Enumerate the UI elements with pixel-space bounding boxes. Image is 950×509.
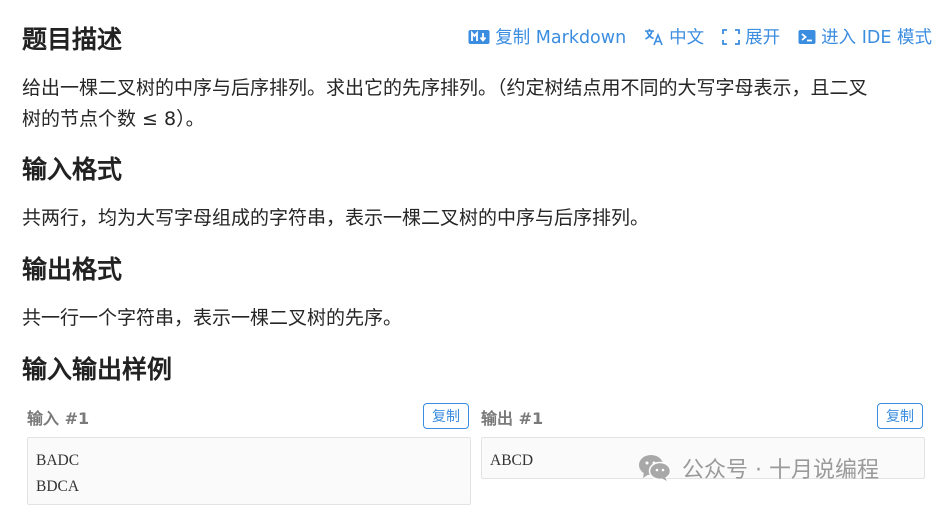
watermark-text: 公众号 · 十月说编程 (682, 458, 879, 483)
ide-mode-button[interactable]: 进入 IDE 模式 (798, 24, 932, 49)
copy-output-button[interactable]: 复制 (877, 403, 923, 429)
output-format-heading: 输出格式 (22, 255, 123, 284)
expand-button[interactable]: 展开 (722, 24, 780, 49)
language-button[interactable]: 中文 (644, 24, 704, 49)
watermark: 公众号 · 十月说编程 (638, 452, 879, 484)
sample-input-line: BDCA (36, 478, 80, 495)
input-format-text: 共两行，均为大写字母组成的字符串，表示一棵二叉树的中序与后序排列。 (22, 207, 650, 229)
copy-markdown-label: 复制 Markdown (495, 28, 627, 48)
output-format-text: 共一行一个字符串，表示一棵二叉树的先序。 (22, 307, 403, 329)
copy-input-button[interactable]: 复制 (423, 403, 469, 429)
description-line-2: 树的节点个数 ≤ 8）。 (22, 108, 205, 130)
page-title: 题目描述 (22, 25, 123, 54)
translate-icon (645, 28, 663, 45)
wechat-icon (639, 455, 672, 481)
sample-input-label: 输入 #1 (27, 409, 90, 428)
sample-output-label: 输出 #1 (481, 409, 544, 428)
samples-heading: 输入输出样例 (22, 355, 173, 384)
terminal-icon (798, 29, 816, 44)
problem-actions: 复制 Markdown 中文 展开 进入 IDE 模式 (468, 24, 932, 49)
description-line-1: 给出一棵二叉树的中序与后序排列。求出它的先序排列。（约定树结点用不同的大写字母表… (22, 77, 868, 99)
input-format-heading: 输入格式 (22, 155, 123, 184)
copy-markdown-button[interactable]: 复制 Markdown (468, 24, 626, 49)
ide-mode-label: 进入 IDE 模式 (821, 28, 932, 48)
expand-icon (722, 28, 741, 45)
markdown-icon (468, 29, 490, 44)
sample-input-box[interactable]: BADC BDCA (27, 437, 471, 505)
sample-input-line: BADC (36, 452, 80, 469)
language-label: 中文 (669, 28, 705, 48)
expand-label: 展开 (745, 28, 781, 48)
